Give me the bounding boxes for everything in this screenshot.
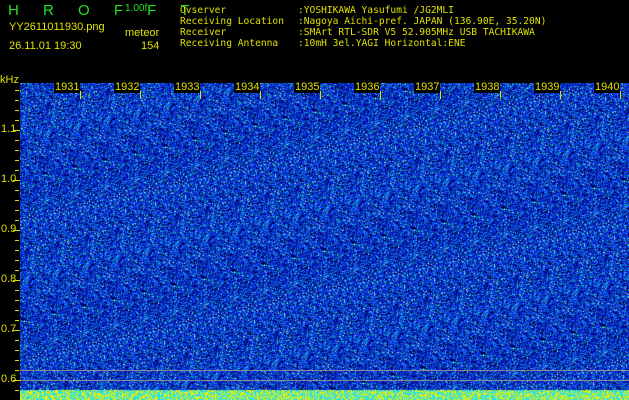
info-receiver: Receiver:SMArt RTL-SDR V5 52.905MHz USB … [180,27,535,38]
version-label: 1.00f [125,3,148,14]
y-tick-label: 0.7 [1,323,17,335]
time-tick [140,91,141,99]
y-tick [15,220,19,221]
y-tick [15,300,19,301]
y-tick [15,390,19,391]
y-tick [15,290,19,291]
y-tick-label: 1.0 [1,173,17,185]
time-label: 1937 [414,81,441,93]
y-tick [15,260,19,261]
y-tick [15,340,19,341]
y-tick [15,140,19,141]
time-label: 1939 [534,81,561,93]
time-tick [620,91,621,99]
time-label: 1938 [474,81,501,93]
info-antenna: Receiving Antenna:10mH 3el.YAGI Horizont… [180,38,466,49]
time-tick [500,91,501,99]
reference-line [20,370,629,371]
y-tick [15,110,19,111]
time-tick [560,91,561,99]
time-label: 1933 [174,81,201,93]
station-info: Ovserver:YOSHIKAWA Yasufumi /JG2MLI Rece… [180,5,546,49]
time-label: 1934 [234,81,261,93]
filename-label: YY2611011930.png [9,21,105,33]
time-label: 1931 [54,81,81,93]
y-tick [15,210,19,211]
info-observer: Ovserver:YOSHIKAWA Yasufumi /JG2MLI [180,5,454,16]
y-tick [15,170,19,171]
info-location: Receiving Location:Nagoya Aichi-pref. JA… [180,16,547,27]
y-tick-label: 0.6 [1,373,17,385]
y-tick-label: 0.8 [1,273,17,285]
y-tick [15,160,19,161]
time-label: 1940 [594,81,621,93]
time-tick [320,91,321,99]
y-tick [15,370,19,371]
y-tick [15,200,19,201]
app-logo: H R O F F T [8,2,200,19]
count-label: 154 [141,40,160,52]
y-tick-label: 1.1 [1,123,17,135]
y-tick [15,310,19,311]
y-tick-label: 0.9 [1,223,17,235]
time-label: 1936 [354,81,381,93]
y-tick [15,240,19,241]
datetime-label: 26.11.01 19:30 [9,40,82,52]
y-tick [15,100,19,101]
reference-line [20,380,629,381]
y-tick [15,120,19,121]
time-tick [380,91,381,99]
time-label: 1935 [294,81,321,93]
time-tick [80,91,81,99]
time-label: 1932 [114,81,141,93]
time-tick [200,91,201,99]
y-tick [15,350,19,351]
time-tick [260,91,261,99]
time-tick [440,91,441,99]
spectrogram [20,83,629,400]
y-tick [15,190,19,191]
y-tick [15,320,19,321]
y-tick [15,360,19,361]
mode-label: meteor [125,27,160,39]
y-tick [15,250,19,251]
y-tick [15,150,19,151]
y-tick [15,90,19,91]
y-axis-unit: kHz [0,74,19,86]
y-tick [15,270,19,271]
